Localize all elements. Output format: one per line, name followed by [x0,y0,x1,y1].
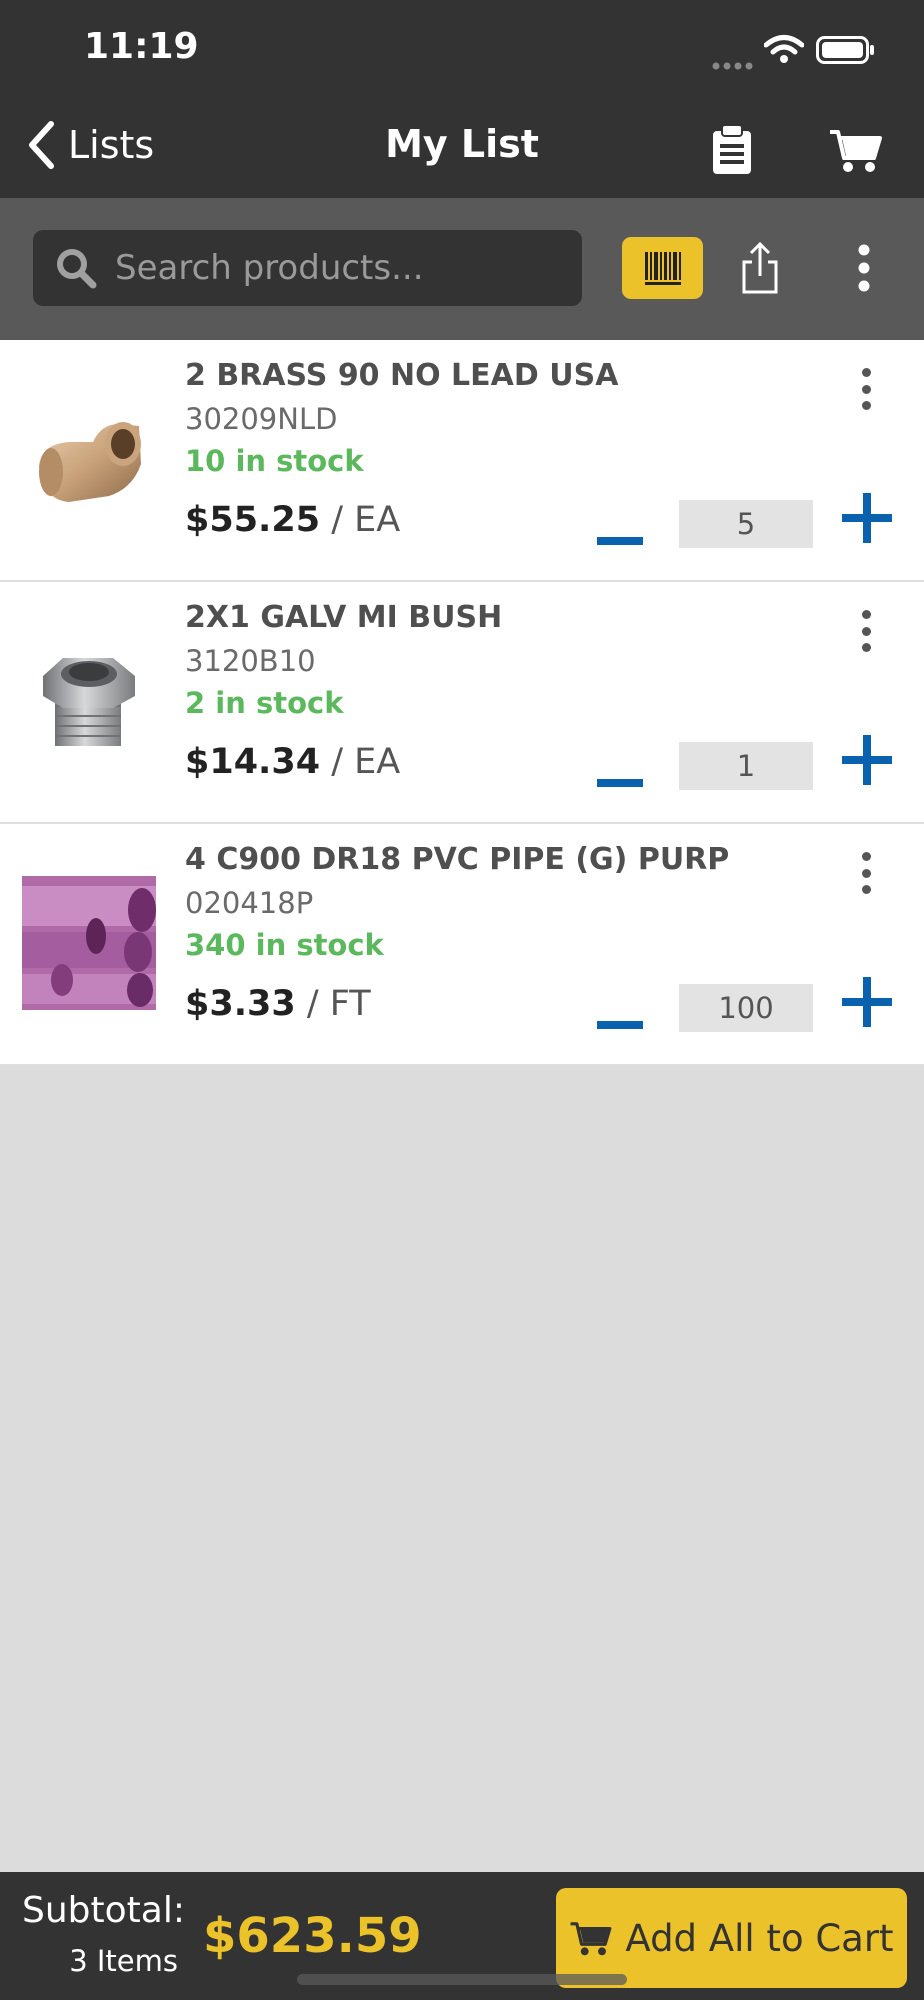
product-name: 2X1 GALV MI BUSH [185,600,503,635]
list-item[interactable]: 4 C900 DR18 PVC PIPE (G) PURP 020418P 34… [0,824,924,1066]
home-indicator [297,1974,627,1985]
product-image-galvanized-bushing [22,634,156,768]
minus-icon [597,1021,643,1029]
subtotal-value: $623.59 [203,1908,422,1964]
more-options-button[interactable] [854,244,874,292]
stock-status: 10 in stock [185,444,364,478]
quantity-input[interactable] [679,984,813,1032]
barcode-icon [644,252,681,285]
price-line: $14.34 / EA [185,742,400,782]
quantity-input[interactable] [679,742,813,790]
add-all-to-cart-button[interactable]: Add All to Cart [556,1888,907,1988]
product-list: 2 BRASS 90 NO LEAD USA 30209NLD 10 in st… [0,340,924,1066]
list-item[interactable]: 2X1 GALV MI BUSH 3120B10 2 in stock $14.… [0,582,924,824]
product-name: 2 BRASS 90 NO LEAD USA [185,358,619,393]
product-sku: 020418P [185,886,314,920]
price-unit: / EA [331,742,401,782]
product-name: 4 C900 DR18 PVC PIPE (G) PURP [185,842,730,877]
clipboard-button[interactable] [700,118,764,182]
search-input[interactable] [113,247,547,289]
more-vertical-icon [861,852,871,861]
decrease-quantity-button[interactable] [595,1000,645,1050]
product-image-brass-elbow [22,392,156,526]
item-more-button[interactable] [846,848,886,898]
more-vertical-icon [858,244,870,292]
chevron-left-icon [29,121,54,169]
search-box[interactable] [33,230,582,306]
decrease-quantity-button[interactable] [595,516,645,566]
signal-icon [712,55,754,70]
increase-quantity-button[interactable] [842,977,892,1027]
item-more-button[interactable] [846,364,886,414]
subtotal-label: Subtotal: [22,1890,185,1931]
price-unit: / FT [306,984,371,1024]
back-label: Lists [68,123,155,167]
stock-status: 340 in stock [185,928,384,962]
decrease-quantity-button[interactable] [595,758,645,808]
back-button[interactable]: Lists [26,120,154,170]
product-price: $14.34 [185,742,321,782]
item-more-button[interactable] [846,606,886,656]
status-time: 11:19 [84,26,199,67]
wifi-icon [763,34,805,68]
quantity-input[interactable] [679,500,813,548]
minus-icon [597,779,643,787]
share-icon [742,241,778,294]
price-line: $55.25 / EA [185,500,400,540]
increase-quantity-button[interactable] [842,735,892,785]
product-sku: 3120B10 [185,644,316,678]
product-image-pvc-pipe [22,876,156,1010]
price-line: $3.33 / FT [185,984,371,1024]
product-price: $55.25 [185,500,321,540]
cart-icon [830,130,882,172]
items-count: 3 Items [69,1944,178,1978]
battery-icon [816,36,876,68]
cart-button[interactable] [824,118,888,182]
cart-icon [570,1922,612,1956]
increase-quantity-button[interactable] [842,493,892,543]
stock-status: 2 in stock [185,686,344,720]
price-unit: / EA [331,500,401,540]
add-all-label: Add All to Cart [625,1916,894,1960]
product-price: $3.33 [185,984,296,1024]
share-button[interactable] [740,240,780,296]
more-vertical-icon [861,368,871,377]
search-icon [57,249,97,289]
clipboard-icon [713,124,751,174]
product-sku: 30209NLD [185,402,338,436]
list-item[interactable]: 2 BRASS 90 NO LEAD USA 30209NLD 10 in st… [0,340,924,582]
barcode-scan-button[interactable] [622,237,703,299]
more-vertical-icon [861,610,871,619]
minus-icon [597,537,643,545]
